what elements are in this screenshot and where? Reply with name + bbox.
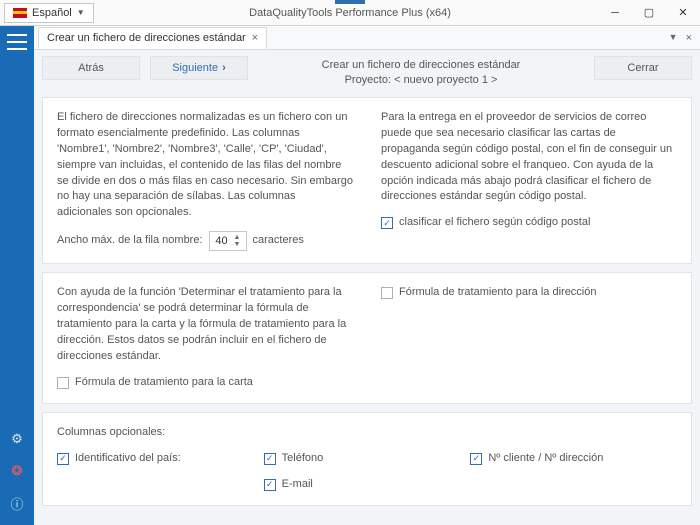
next-label: Siguiente [172,62,218,74]
tab-bar: Crear un fichero de direcciones estándar… [34,26,700,50]
panel-optional-columns: Columnas opcionales: ✓ Identificativo de… [42,412,692,506]
tab-label: Crear un fichero de direcciones estándar [47,32,246,44]
menu-toggle-icon[interactable] [7,34,27,50]
tab-active[interactable]: Crear un fichero de direcciones estándar… [38,27,267,49]
flag-spain-icon [13,8,27,18]
project-label: Proyecto: < nuevo proyecto 1 > [258,73,584,88]
settings-icon[interactable]: ⚙ [7,429,27,449]
back-button[interactable]: Atrás [42,56,140,80]
checkbox-formula-address-label: Fórmula de tratamiento para la dirección [399,285,596,301]
tab-overflow-icon[interactable]: ▼ [669,32,678,44]
update-indicator [335,0,365,4]
checkbox-sort-zip[interactable]: ✓ clasificar el fichero según código pos… [381,215,590,231]
titlebar: Español ▼ DataQualityTools Performance P… [0,0,700,26]
language-label: Español [32,7,72,19]
chevron-right-icon: › [222,62,226,74]
close-window-button[interactable]: ✕ [666,0,700,26]
help-icon[interactable]: ❂ [7,461,27,481]
chevron-down-icon: ▼ [77,8,85,17]
width-input[interactable] [210,235,234,247]
back-label: Atrás [78,62,104,74]
checkbox-formula-letter[interactable]: ✓ Fórmula de tratamiento para la carta [57,375,353,391]
close-button[interactable]: Cerrar [594,56,692,80]
tab-close-icon[interactable]: × [252,32,258,44]
minimize-button[interactable]: ─ [598,0,632,26]
width-stepper[interactable]: ▲▼ [209,231,247,251]
checkbox-email[interactable]: ✓ E-mail [264,477,471,493]
maximize-button[interactable]: ▢ [632,0,666,26]
checkbox-country-label: Identificativo del país: [75,451,181,467]
checkbox-email-label: E-mail [282,477,313,493]
optional-columns-title: Columnas opcionales: [57,425,677,441]
description-right: Para la entrega en el proveedor de servi… [381,110,677,206]
width-label: Ancho máx. de la fila nombre: [57,233,203,249]
window-title: DataQualityTools Performance Plus (x64) [0,7,700,19]
next-button[interactable]: Siguiente › [150,56,248,80]
spin-down-icon[interactable]: ▼ [234,241,241,248]
checkbox-phone[interactable]: ✓ Teléfono [264,451,471,467]
panel-description: El fichero de direcciones normalizadas e… [42,97,692,265]
description-left: El fichero de direcciones normalizadas e… [57,110,353,222]
checkbox-country[interactable]: ✓ Identificativo del país: [57,451,264,467]
close-label: Cerrar [627,62,658,74]
checkbox-formula-address[interactable]: ✓ Fórmula de tratamiento para la direcci… [381,285,677,301]
language-selector[interactable]: Español ▼ [4,3,94,23]
checkbox-client[interactable]: ✓ Nº cliente / Nº dirección [470,451,677,467]
checkbox-client-label: Nº cliente / Nº dirección [488,451,603,467]
tab-close-all-icon[interactable]: × [686,32,692,44]
checkbox-phone-label: Teléfono [282,451,324,467]
page-title: Crear un fichero de direcciones estándar [258,58,584,73]
sidebar: ⚙ ❂ ⓘ [0,26,34,525]
checkbox-sort-zip-label: clasificar el fichero según código posta… [399,215,590,231]
spin-up-icon[interactable]: ▲ [234,234,241,241]
treatment-text: Con ayuda de la función 'Determinar el t… [57,285,353,365]
width-unit: caracteres [253,233,304,249]
panel-treatment: Con ayuda de la función 'Determinar el t… [42,272,692,404]
info-icon[interactable]: ⓘ [7,493,27,513]
checkbox-formula-letter-label: Fórmula de tratamiento para la carta [75,375,253,391]
